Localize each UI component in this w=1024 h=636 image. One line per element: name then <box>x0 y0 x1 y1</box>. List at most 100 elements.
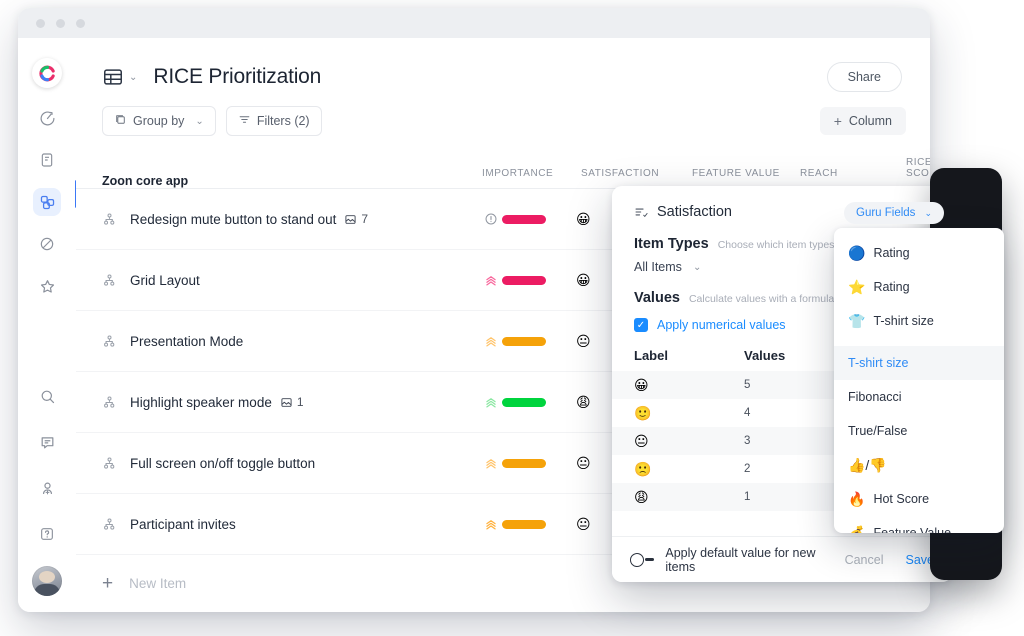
column-header-feature-value[interactable]: FEATURE VALUE <box>692 168 780 179</box>
task-name: Grid Layout <box>130 272 200 288</box>
satisfaction-cell[interactable]: 😐 <box>576 456 591 470</box>
item-types-heading: Item Types <box>634 236 709 252</box>
subtask-icon <box>102 517 118 532</box>
page-header: ⌄ RICE Prioritization Share <box>76 38 930 92</box>
guru-fields-trigger[interactable]: Guru Fields ⌄ <box>844 202 944 224</box>
attachment-badge[interactable]: 7 <box>344 212 368 226</box>
toggle-knob <box>630 552 644 567</box>
item-types-selected-value: All Items <box>634 260 682 274</box>
feature-value-cell[interactable] <box>502 397 546 407</box>
toolbar: Group by ⌄ Filters (2) + Column <box>76 92 930 136</box>
value-emoji: 😐 <box>634 433 649 449</box>
share-button[interactable]: Share <box>826 62 902 92</box>
sidebar <box>18 38 77 612</box>
chevrons-up-icon <box>486 519 496 529</box>
feature-value-cell[interactable] <box>502 275 546 285</box>
add-column-button[interactable]: + Column <box>819 107 906 135</box>
maximize-button[interactable] <box>76 19 85 28</box>
field-settings-icon <box>634 205 648 219</box>
dropdown-item-tshirt-size-selected[interactable]: T-shirt size <box>834 346 1004 380</box>
table-view-icon[interactable] <box>102 66 124 88</box>
chat-icon[interactable] <box>33 428 61 456</box>
dropdown-item-fibonacci[interactable]: Fibonacci <box>834 380 1004 414</box>
feature-value-cell[interactable] <box>502 519 546 529</box>
add-user-icon[interactable] <box>33 474 61 502</box>
value-bar <box>502 336 546 346</box>
chevrons-up-icon <box>486 336 496 346</box>
satisfaction-cell[interactable]: 😩 <box>576 395 591 409</box>
group-by-button[interactable]: Group by ⌄ <box>102 106 216 136</box>
search-icon[interactable] <box>33 382 61 410</box>
feature-value-cell[interactable] <box>502 336 546 346</box>
attachment-badge[interactable]: 1 <box>280 395 304 409</box>
minimize-button[interactable] <box>56 19 65 28</box>
sidebar-item-favorites[interactable] <box>33 272 61 300</box>
satisfaction-cell[interactable]: 😐 <box>576 334 591 348</box>
column-header-reach[interactable]: REACH <box>800 168 838 179</box>
money-bag-icon: 💰 <box>848 525 866 533</box>
help-icon[interactable] <box>33 520 61 548</box>
filters-button[interactable]: Filters (2) <box>225 106 322 136</box>
sidebar-item-docs[interactable] <box>33 146 61 174</box>
dropdown-item-label: Hot Score <box>873 492 930 506</box>
dropdown-item-label: Fibonacci <box>848 390 902 404</box>
feature-value-cell[interactable] <box>502 458 546 468</box>
chevrons-up-icon <box>486 275 496 285</box>
column-header-rice-score[interactable]: RICE SCORE <box>906 157 930 179</box>
feature-value-cell[interactable] <box>502 214 546 224</box>
star-icon: ⭐ <box>848 279 866 295</box>
clickup-logo[interactable] <box>32 58 62 88</box>
dropdown-item-thumbs[interactable]: 👍/👎 <box>834 448 1004 482</box>
subtask-icon <box>102 395 118 410</box>
value-bar <box>502 458 546 468</box>
dropdown-item-hot-score[interactable]: 🔥 Hot Score <box>834 482 1004 516</box>
priority-cell[interactable] <box>480 517 502 532</box>
new-item-label: New Item <box>129 575 187 591</box>
task-name: Highlight speaker mode <box>130 394 272 410</box>
view-chevron-down-icon[interactable]: ⌄ <box>129 72 137 83</box>
dropdown-item-feature-value[interactable]: 💰 Feature Value <box>834 516 1004 533</box>
sidebar-item-dashboards[interactable] <box>33 104 61 132</box>
avatar[interactable] <box>32 566 62 596</box>
filter-icon <box>238 113 251 129</box>
subtask-icon <box>102 273 118 288</box>
chevrons-up-icon <box>486 458 496 468</box>
dropdown-item-label: Rating <box>873 246 910 260</box>
image-icon <box>281 397 292 407</box>
satisfaction-cell[interactable]: 😐 <box>576 517 591 531</box>
dropdown-item-tshirt-size[interactable]: 👕 T-shirt size <box>834 304 1004 338</box>
satisfaction-cell[interactable]: 😀 <box>576 273 591 287</box>
apply-default-toggle[interactable] <box>630 552 655 567</box>
value-number: 1 <box>744 491 751 503</box>
column-header-satisfaction[interactable]: SATISFACTION <box>581 168 659 179</box>
traffic-lights <box>36 19 85 28</box>
panel-footer: Apply default value for new items Cancel… <box>612 536 952 582</box>
value-emoji: 😩 <box>634 489 649 505</box>
chevrons-up-icon <box>486 397 496 407</box>
priority-cell[interactable] <box>480 334 502 349</box>
close-button[interactable] <box>36 19 45 28</box>
screenshot-stage: ⌄ RICE Prioritization Share Group by ⌄ F… <box>0 0 1024 636</box>
dropdown-item-rating-blue[interactable]: 🔵 Rating <box>834 236 1004 270</box>
dropdown-item-true-false[interactable]: True/False <box>834 414 1004 448</box>
values-col-values: Values <box>744 348 786 363</box>
priority-cell[interactable] <box>480 395 502 410</box>
value-bar <box>502 519 546 529</box>
priority-cell[interactable] <box>480 273 502 288</box>
value-number: 3 <box>744 435 751 447</box>
column-header-importance[interactable]: IMPORTANCE <box>482 168 553 179</box>
subtask-icon <box>102 212 118 227</box>
dropdown-item-rating-star[interactable]: ⭐ Rating <box>834 270 1004 304</box>
satisfaction-cell[interactable]: 😀 <box>576 212 591 226</box>
sidebar-item-apps[interactable] <box>33 188 61 216</box>
priority-cell[interactable] <box>480 456 502 471</box>
cancel-button[interactable]: Cancel <box>845 553 884 567</box>
group-icon <box>114 113 127 129</box>
group-name: Zoon core app <box>102 174 189 188</box>
guru-fields-label: Guru Fields <box>856 207 916 219</box>
sidebar-item-blocked[interactable] <box>33 230 61 258</box>
priority-cell[interactable] <box>480 212 502 226</box>
subtask-icon <box>102 334 118 349</box>
subtask-icon <box>102 456 118 471</box>
filters-label: Filters (2) <box>256 114 310 128</box>
